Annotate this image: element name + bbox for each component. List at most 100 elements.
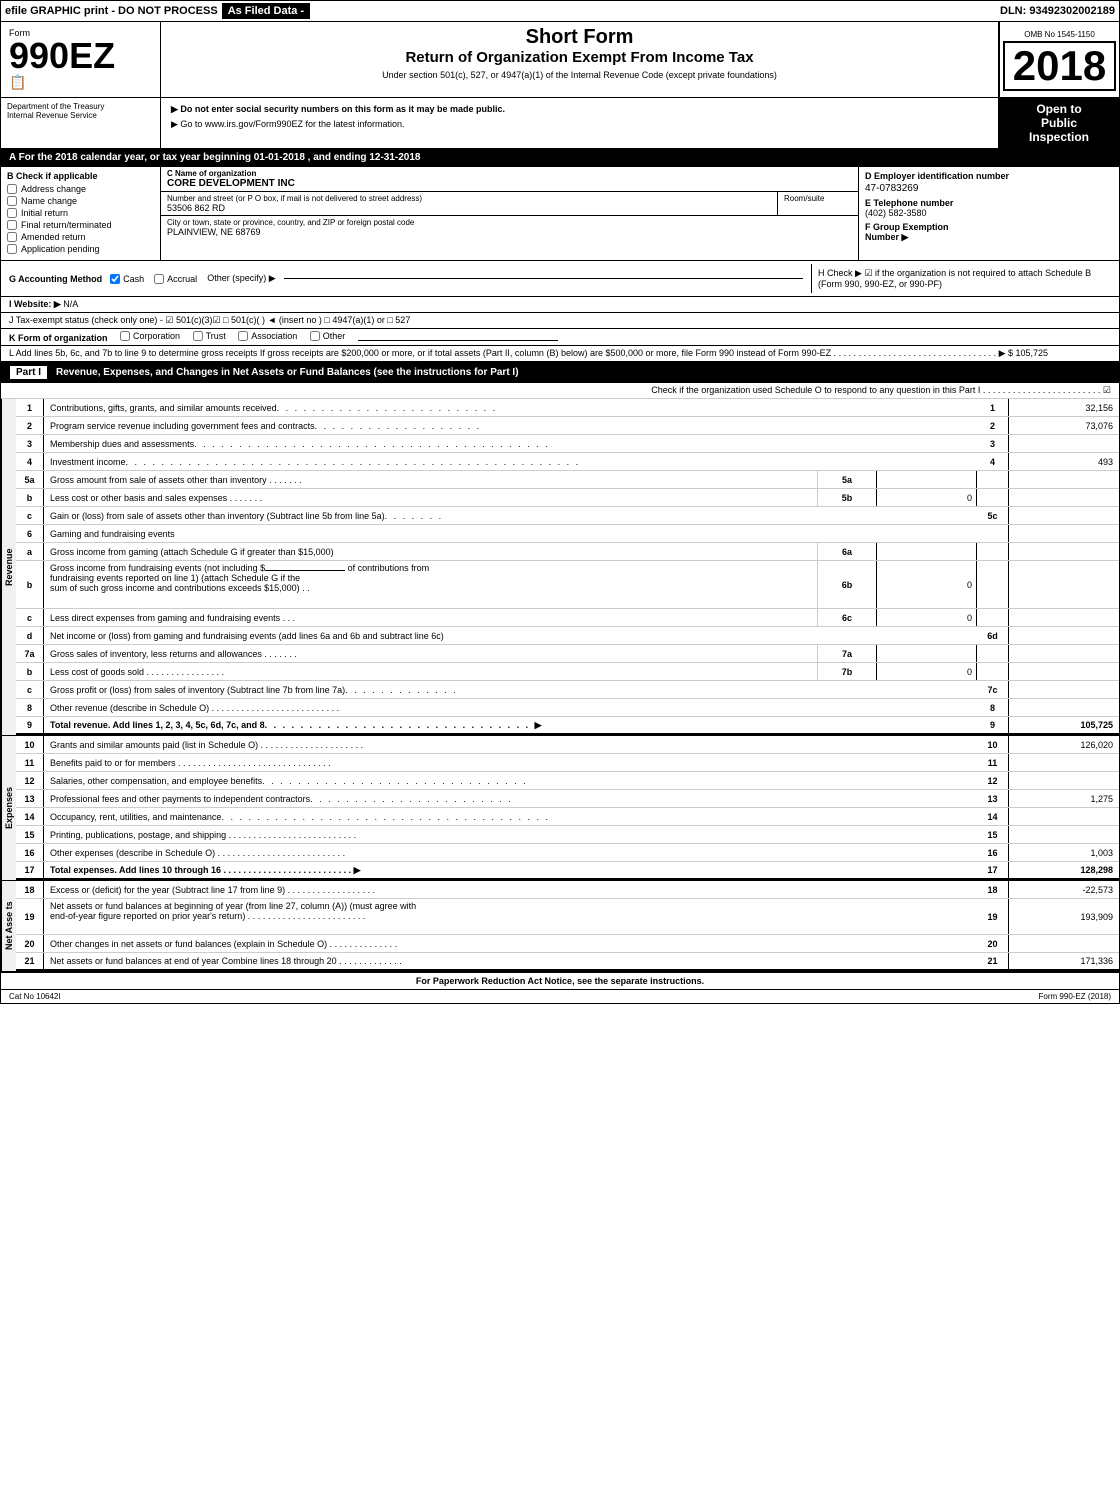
row-16-main-num: 16 [977, 844, 1009, 861]
checkbox-address-change[interactable] [7, 184, 17, 194]
row-5b-sub-val: 0 [877, 489, 977, 506]
trust-checkbox[interactable] [193, 331, 203, 341]
row-5b-desc: Less cost or other basis and sales expen… [44, 489, 817, 506]
accrual-checkbox-label[interactable]: Accrual [154, 274, 197, 284]
checkbox-name-change[interactable] [7, 196, 17, 206]
check-name-change[interactable]: Name change [7, 196, 154, 206]
accrual-checkbox[interactable] [154, 274, 164, 284]
corporation-label[interactable]: Corporation [120, 331, 180, 341]
add-lines-row: L Add lines 5b, 6c, and 7b to line 9 to … [1, 346, 1119, 362]
net-assets-rows: 18 Excess or (deficit) for the year (Sub… [16, 881, 1119, 971]
row-5b-sub-num: 5b [817, 489, 877, 506]
other-org-checkbox[interactable] [310, 331, 320, 341]
footer-bottom: Cat No 10642I Form 990-EZ (2018) [1, 989, 1119, 1003]
form-org-label: K Form of organization [9, 333, 108, 343]
expenses-rows: 10 Grants and similar amounts paid (list… [16, 736, 1119, 880]
association-label[interactable]: Association [238, 331, 297, 341]
row-3-main-num: 3 [977, 435, 1009, 452]
row-7a-main-num [977, 645, 1009, 662]
row-20-desc: Other changes in net assets or fund bala… [44, 935, 977, 952]
row-19-desc: Net assets or fund balances at beginning… [44, 899, 977, 934]
row-6-desc: Gaming and fundraising events [44, 525, 977, 542]
form-header: Form 990EZ 📋 Short Form Return of Organi… [1, 22, 1119, 98]
row-4-num: 4 [16, 453, 44, 470]
row-9: 9 Total revenue. Add lines 1, 2, 3, 4, 5… [16, 717, 1119, 735]
row-15: 15 Printing, publications, postage, and … [16, 826, 1119, 844]
row-8-num: 8 [16, 699, 44, 716]
row-17: 17 Total expenses. Add lines 10 through … [16, 862, 1119, 880]
other-org-label[interactable]: Other [310, 331, 346, 341]
row-6b-main-val [1009, 561, 1119, 608]
row-11-main-val [1009, 754, 1119, 771]
row-8-main-num: 8 [977, 699, 1009, 716]
row-6-label: 6 Gaming and fundraising events [16, 525, 1119, 543]
row-1-num: 1 [16, 399, 44, 416]
ein-label: D Employer identification number [865, 171, 1113, 181]
check-application-pending[interactable]: Application pending [7, 244, 154, 254]
check-final-return[interactable]: Final return/terminated [7, 220, 154, 230]
row-12-main-num: 12 [977, 772, 1009, 789]
part1-title: Revenue, Expenses, and Changes in Net As… [56, 367, 519, 378]
checkbox-amended-return[interactable] [7, 232, 17, 242]
row-19-num: 19 [16, 899, 44, 934]
dln: DLN: 93492302002189 [1000, 5, 1115, 17]
row-5a-main-val [1009, 471, 1119, 488]
row-6d-desc: Net income or (loss) from gaming and fun… [44, 627, 977, 644]
group-exemption-label: F Group Exemption Number ▶ [865, 222, 1113, 243]
row-19: 19 Net assets or fund balances at beginn… [16, 899, 1119, 935]
top-bar-text: efile GRAPHIC print - DO NOT PROCESS [5, 5, 218, 17]
row-6c: c Less direct expenses from gaming and f… [16, 609, 1119, 627]
omb-number: OMB No 1545-1150 [1022, 28, 1097, 41]
row-6-main-num [977, 525, 1009, 542]
footer-bar: For Paperwork Reduction Act Notice, see … [1, 972, 1119, 989]
row-6d-num: d [16, 627, 44, 644]
org-name-value: CORE DEVELOPMENT INC [167, 178, 852, 189]
org-section: B Check if applicable Address change Nam… [1, 167, 1119, 261]
check-amended-return[interactable]: Amended return [7, 232, 154, 242]
schedule-o-row: Check if the organization used Schedule … [1, 383, 1119, 399]
row-6a: a Gross income from gaming (attach Sched… [16, 543, 1119, 561]
row-18-num: 18 [16, 881, 44, 898]
row-6a-sub-num: 6a [817, 543, 877, 560]
association-checkbox[interactable] [238, 331, 248, 341]
row-6a-desc: Gross income from gaming (attach Schedul… [44, 543, 817, 560]
row-18-desc: Excess or (deficit) for the year (Subtra… [44, 881, 977, 898]
row-5c: c Gain or (loss) from sale of assets oth… [16, 507, 1119, 525]
row-6-num: 6 [16, 525, 44, 542]
checkbox-initial-return[interactable] [7, 208, 17, 218]
row-6c-sub-num: 6c [817, 609, 877, 626]
row-12-num: 12 [16, 772, 44, 789]
row-10-desc: Grants and similar amounts paid (list in… [44, 736, 977, 753]
row-14-num: 14 [16, 808, 44, 825]
row-6b-sub-num: 6b [817, 561, 877, 608]
check-initial-return[interactable]: Initial return [7, 208, 154, 218]
org-address-value: 53506 862 RD [167, 203, 771, 213]
row-17-main-num: 17 [977, 862, 1009, 878]
row-8: 8 Other revenue (describe in Schedule O)… [16, 699, 1119, 717]
row-7c: c Gross profit or (loss) from sales of i… [16, 681, 1119, 699]
row-6b-desc: Gross income from fundraising events (no… [44, 561, 817, 608]
row-6a-main-num [977, 543, 1009, 560]
cash-checkbox[interactable] [110, 274, 120, 284]
row-6c-desc: Less direct expenses from gaming and fun… [44, 609, 817, 626]
row-2: 2 Program service revenue including gove… [16, 417, 1119, 435]
row-6-main-val [1009, 525, 1119, 542]
trust-label[interactable]: Trust [193, 331, 226, 341]
filed-data-badge: As Filed Data - [222, 3, 310, 19]
row-7b-main-num [977, 663, 1009, 680]
row-7b-sub-num: 7b [817, 663, 877, 680]
org-city-value: PLAINVIEW, NE 68769 [167, 227, 852, 237]
checkbox-application-pending[interactable] [7, 244, 17, 254]
org-address-row: Number and street (or P O box, if mail i… [161, 192, 858, 216]
row-5c-main-num: 5c [977, 507, 1009, 524]
checkbox-final-return[interactable] [7, 220, 17, 230]
row-10-main-num: 10 [977, 736, 1009, 753]
net-assets-section: Net Asse ts 18 Excess or (deficit) for t… [1, 881, 1119, 972]
net-assets-label: Net Asse ts [1, 881, 16, 971]
cash-checkbox-label[interactable]: Cash [110, 274, 144, 284]
row-20: 20 Other changes in net assets or fund b… [16, 935, 1119, 953]
corporation-checkbox[interactable] [120, 331, 130, 341]
check-address-change[interactable]: Address change [7, 184, 154, 194]
row-13-num: 13 [16, 790, 44, 807]
form-subtitle: Under section 501(c), 527, or 4947(a)(1)… [171, 70, 988, 80]
